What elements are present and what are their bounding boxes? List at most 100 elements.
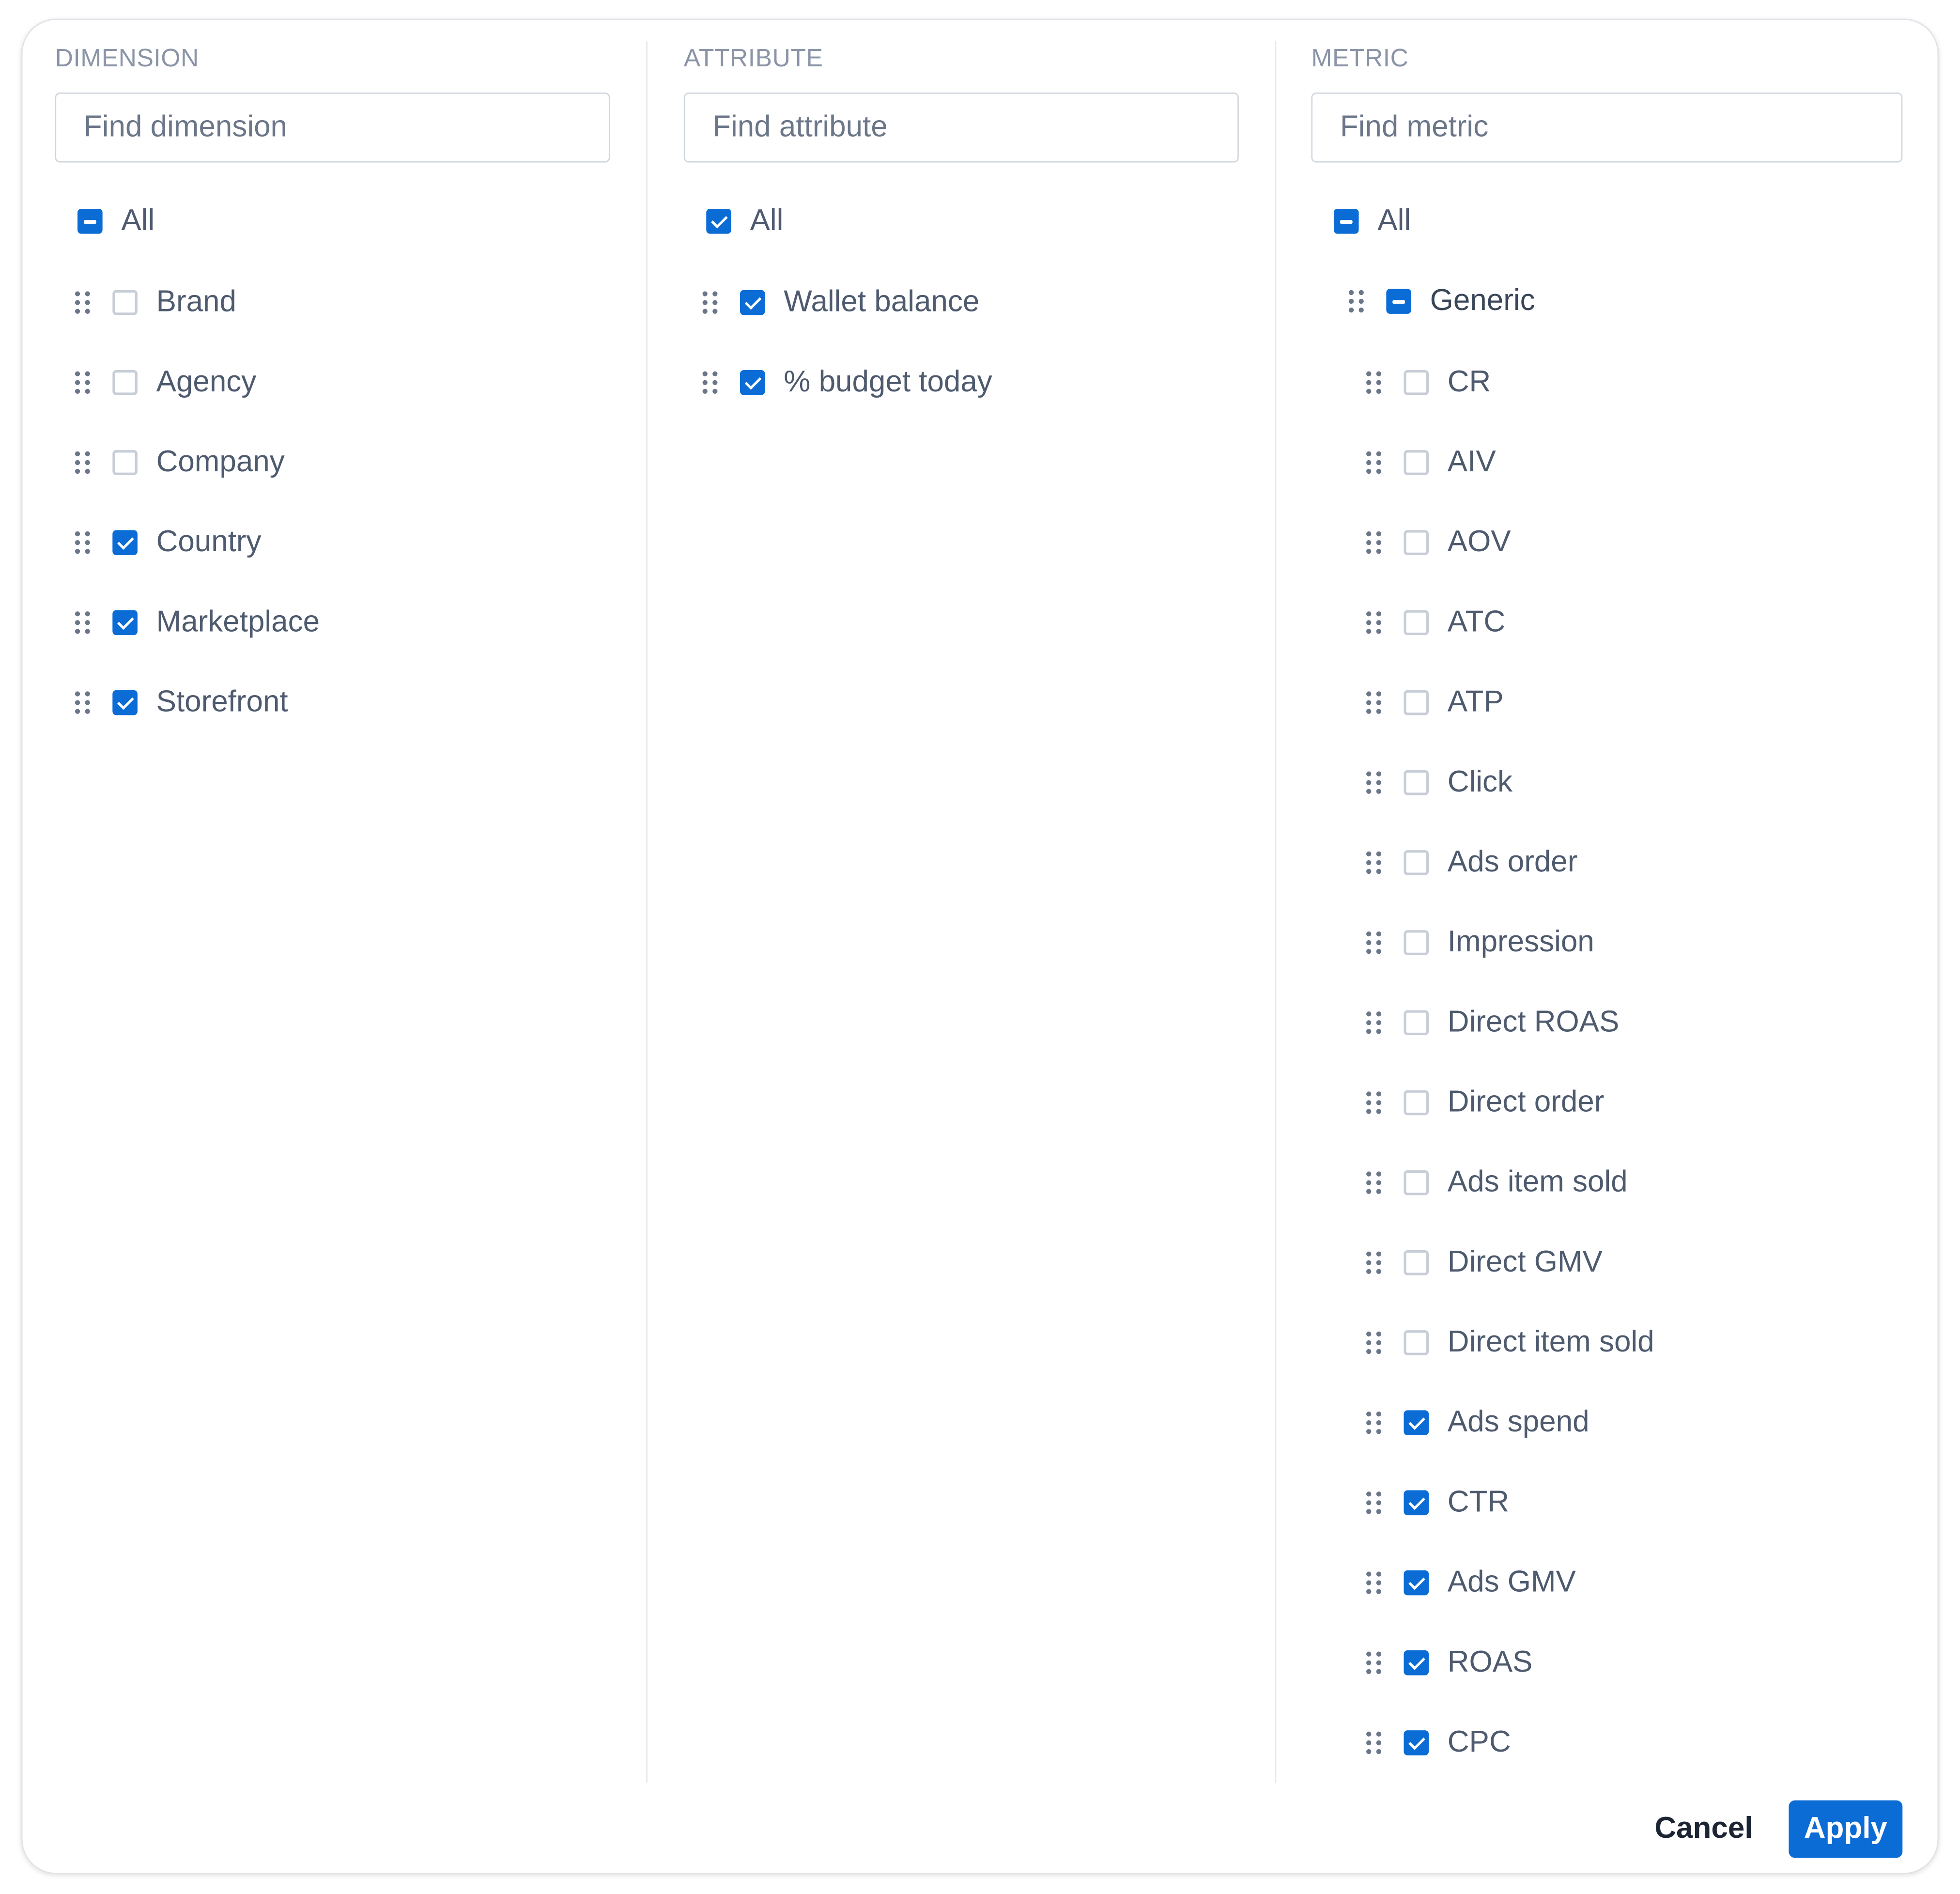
metric-option[interactable]: AOV [1366,518,1511,568]
checkbox[interactable] [1404,450,1429,475]
checkbox[interactable] [112,370,138,395]
metric-option[interactable]: ATP [1366,678,1504,728]
drag-handle-icon[interactable] [1366,1410,1382,1435]
metric-option[interactable]: Direct GMV [1366,1238,1603,1288]
checkbox[interactable] [112,610,138,636]
metric-option-label: Ads order [1447,845,1578,879]
metric-option[interactable]: Direct ROAS [1366,998,1619,1048]
metric-option[interactable]: Ads item sold [1366,1158,1628,1208]
apply-button[interactable]: Apply [1789,1800,1903,1858]
checkbox[interactable] [1404,1090,1429,1116]
drag-handle-icon[interactable] [1366,1250,1382,1275]
drag-handle-icon[interactable] [75,290,90,315]
metric-option[interactable]: CTR [1366,1478,1509,1528]
metric-option-label: AOV [1447,525,1511,559]
checkbox[interactable] [1404,930,1429,955]
drag-handle-icon[interactable] [1366,850,1382,875]
metric-all-option[interactable]: All [1333,196,1411,246]
dimension-option[interactable]: Marketplace [75,598,320,648]
checkbox[interactable] [1404,1730,1429,1755]
drag-handle-icon[interactable] [1366,1650,1382,1676]
dimension-all-option[interactable]: All [77,196,154,246]
metric-option[interactable]: AIV [1366,437,1496,487]
metric-option[interactable]: ROAS [1366,1638,1532,1688]
drag-handle-icon[interactable] [1366,1010,1382,1035]
checkbox[interactable] [1333,209,1359,234]
dimension-option-label: Storefront [156,685,288,719]
checkbox[interactable] [1404,690,1429,715]
checkbox[interactable] [1404,1250,1429,1275]
metric-option[interactable]: Direct item sold [1366,1318,1654,1367]
checkbox[interactable] [1404,1570,1429,1596]
checkbox[interactable] [1404,1490,1429,1516]
metric-option-label: Impression [1447,925,1594,959]
attribute-option[interactable]: Wallet balance [702,278,979,327]
dimension-option[interactable]: Storefront [75,678,288,728]
drag-handle-icon[interactable] [702,290,718,315]
drag-handle-icon[interactable] [1348,289,1364,314]
dimension-option[interactable]: Company [75,437,285,487]
metric-option[interactable]: Ads spend [1366,1398,1590,1448]
drag-handle-icon[interactable] [1366,1490,1382,1516]
metric-option[interactable]: CPC [1366,1718,1511,1768]
drag-handle-icon[interactable] [702,370,718,395]
find-attribute-input[interactable] [683,92,1239,163]
checkbox[interactable] [706,209,731,234]
drag-handle-icon[interactable] [1366,930,1382,955]
checkbox[interactable] [112,450,138,475]
drag-handle-icon[interactable] [75,690,90,715]
checkbox[interactable] [1404,770,1429,795]
metric-option[interactable]: Ads order [1366,838,1577,887]
checkbox[interactable] [740,370,765,395]
checkbox[interactable] [112,530,138,555]
drag-handle-icon[interactable] [1366,1570,1382,1596]
find-dimension-input[interactable] [55,92,610,163]
checkbox[interactable] [77,209,103,234]
metric-group-generic[interactable]: Generic [1348,276,1535,326]
drag-handle-icon[interactable] [1366,1090,1382,1116]
metric-option[interactable]: Impression [1366,917,1594,967]
checkbox[interactable] [1404,1410,1429,1435]
checkbox[interactable] [740,290,765,315]
metric-group-generic-label: Generic [1430,283,1535,318]
metric-option[interactable]: ATC [1366,598,1505,648]
drag-handle-icon[interactable] [75,370,90,395]
checkbox[interactable] [1404,610,1429,636]
dimension-option[interactable]: Brand [75,278,236,327]
checkbox[interactable] [1386,289,1411,314]
checkbox[interactable] [1404,370,1429,395]
checkbox[interactable] [1404,1650,1429,1676]
drag-handle-icon[interactable] [1366,530,1382,555]
dimension-option[interactable]: Country [75,518,262,568]
metric-option[interactable]: Ads GMV [1366,1558,1576,1608]
find-metric-input[interactable] [1311,92,1903,163]
metric-option-label: AIV [1447,445,1496,479]
drag-handle-icon[interactable] [1366,690,1382,715]
checkbox[interactable] [1404,850,1429,875]
attribute-all-option[interactable]: All [706,196,783,246]
drag-handle-icon[interactable] [1366,770,1382,795]
drag-handle-icon[interactable] [75,610,90,636]
attribute-option-label: % budget today [784,365,992,399]
drag-handle-icon[interactable] [1366,450,1382,475]
attribute-option[interactable]: % budget today [702,357,992,407]
drag-handle-icon[interactable] [1366,1330,1382,1355]
checkbox[interactable] [1404,1010,1429,1036]
checkbox[interactable] [1404,1170,1429,1195]
metric-option[interactable]: Direct order [1366,1078,1604,1128]
drag-handle-icon[interactable] [1366,1730,1382,1755]
checkbox[interactable] [112,290,138,315]
checkbox[interactable] [112,690,138,715]
drag-handle-icon[interactable] [75,530,90,555]
drag-handle-icon[interactable] [1366,370,1382,395]
metric-option-label: ROAS [1447,1645,1533,1679]
cancel-button[interactable]: Cancel [1635,1801,1773,1858]
drag-handle-icon[interactable] [1366,610,1382,636]
checkbox[interactable] [1404,1330,1429,1355]
metric-option[interactable]: CR [1366,357,1491,407]
drag-handle-icon[interactable] [75,450,90,475]
metric-option[interactable]: Click [1366,758,1512,807]
checkbox[interactable] [1404,530,1429,555]
drag-handle-icon[interactable] [1366,1170,1382,1195]
dimension-option[interactable]: Agency [75,357,256,407]
